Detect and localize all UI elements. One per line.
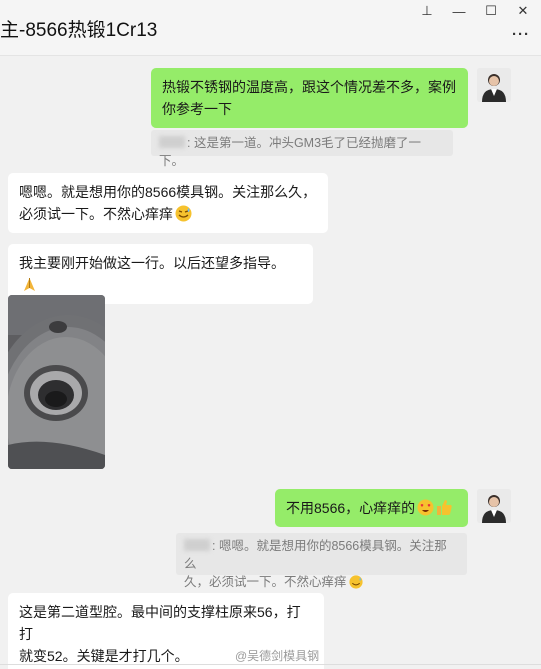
photo-die-cavity: [8, 295, 105, 469]
chat-area: 热锻不锈钢的温度高，跟这个情况差不多，案例 你参考一下 : 这是第一道。冲头GM…: [0, 57, 541, 669]
chat-title: 主-8566热锻1Cr13: [0, 20, 158, 41]
close-icon[interactable]: ✕: [512, 2, 534, 20]
message-text-line: 必须试一下。不然心痒痒: [19, 203, 317, 225]
blurred-sender-name: [184, 539, 210, 551]
emoji-thumbs-up-icon: [436, 499, 453, 516]
pin-icon[interactable]: ⊥: [416, 2, 438, 20]
message-text: 必须试一下。不然心痒痒: [19, 206, 173, 222]
more-icon[interactable]: ···: [512, 26, 530, 43]
avatar-self-image: [477, 489, 511, 523]
title-bar: 主-8566热锻1Cr13 ⊥ — ☐ ✕ ···: [0, 0, 541, 56]
maximize-icon[interactable]: ☐: [480, 2, 502, 20]
message-text: 我主要刚开始做这一行。以后还望多指导。: [19, 255, 285, 271]
quoted-text: 久，必须试一下。不然心痒痒: [184, 575, 347, 589]
emoji-sweat-icon: [175, 205, 192, 222]
quoted-text: : 这是第一道。冲头GM3毛了已经抛磨了一下。: [159, 136, 422, 168]
message-text: 不用8566，心痒痒的: [286, 500, 416, 516]
avatar[interactable]: [477, 68, 511, 102]
message-bubble-self[interactable]: 不用8566，心痒痒的: [275, 489, 468, 527]
emoji-sweat-icon: [348, 575, 363, 589]
message-text: 热锻不锈钢的温度高，跟这个情况差不多，案例: [162, 79, 456, 95]
quoted-message[interactable]: : 这是第一道。冲头GM3毛了已经抛磨了一下。: [151, 130, 453, 168]
quoted-text: : 嗯嗯。就是想用你的8566模具钢。关注那么: [184, 539, 447, 571]
emoji-pray-icon: [21, 276, 38, 293]
message-text: 这是第二道型腔。最中间的支撑柱原来56，打打: [19, 604, 301, 642]
quoted-text-line: : 嗯嗯。就是想用你的8566模具钢。关注那么: [184, 537, 459, 573]
minimize-icon[interactable]: —: [448, 2, 470, 20]
photo-message[interactable]: [8, 295, 105, 469]
quoted-message[interactable]: : 嗯嗯。就是想用你的8566模具钢。关注那么 久，必须试一下。不然心痒痒: [176, 533, 467, 589]
message-bubble-other[interactable]: 嗯嗯。就是想用你的8566模具钢。关注那么久， 必须试一下。不然心痒痒: [8, 173, 328, 233]
blurred-sender-name: [159, 136, 185, 148]
avatar-self-image: [477, 68, 511, 102]
quoted-text-line: 久，必须试一下。不然心痒痒: [184, 573, 459, 591]
emoji-heart-eyes-icon: [417, 499, 434, 516]
message-text: 嗯嗯。就是想用你的8566模具钢。关注那么久，: [19, 184, 317, 200]
message-text: 你参考一下: [162, 101, 232, 117]
avatar[interactable]: [477, 489, 511, 523]
watermark: @吴德剑模具钢: [235, 649, 320, 663]
message-bubble-self[interactable]: 热锻不锈钢的温度高，跟这个情况差不多，案例 你参考一下: [151, 68, 468, 128]
divider: [0, 664, 541, 665]
